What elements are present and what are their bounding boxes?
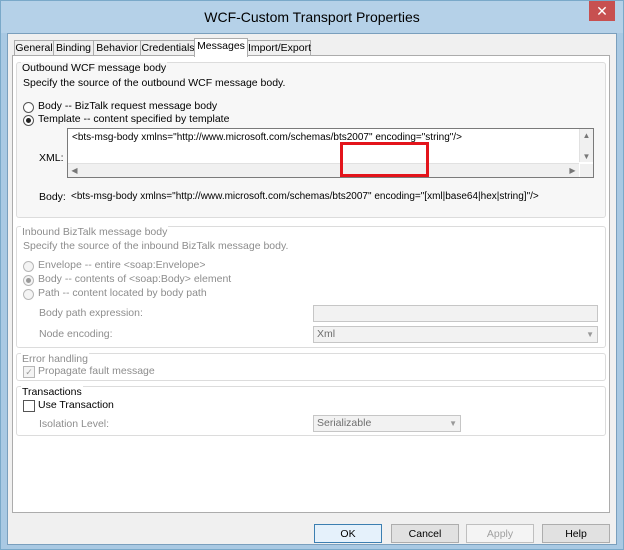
- tab-binding[interactable]: Binding: [53, 40, 94, 56]
- ok-button[interactable]: OK: [314, 524, 382, 543]
- propagate-fault-label[interactable]: Propagate fault message: [38, 365, 155, 377]
- scroll-down-icon[interactable]: ▼: [580, 150, 593, 163]
- error-handling-group: Error handling ✓ Propagate fault message: [16, 353, 606, 381]
- use-transaction-label[interactable]: Use Transaction: [38, 399, 114, 411]
- radio-inbound-body[interactable]: [23, 275, 34, 286]
- radio-outbound-template-label[interactable]: Template -- content specified by templat…: [38, 113, 229, 125]
- close-button[interactable]: ✕: [589, 1, 615, 21]
- isolation-level-label: Isolation Level:: [39, 418, 110, 430]
- chevron-down-icon: ▼: [449, 419, 457, 428]
- body-path-label: Body path expression:: [39, 307, 143, 319]
- transactions-group: Transactions Use Transaction Isolation L…: [16, 386, 606, 436]
- window-title: WCF-Custom Transport Properties: [204, 9, 420, 25]
- outbound-group: Outbound WCF message body Specify the so…: [16, 62, 606, 218]
- outbound-description: Specify the source of the outbound WCF m…: [23, 77, 286, 89]
- scroll-up-icon[interactable]: ▲: [580, 129, 593, 142]
- radio-inbound-path[interactable]: [23, 289, 34, 300]
- node-encoding-label: Node encoding:: [39, 328, 113, 340]
- inbound-group: Inbound BizTalk message body Specify the…: [16, 226, 606, 348]
- node-encoding-value: Xml: [317, 328, 336, 340]
- radio-outbound-body[interactable]: [23, 102, 34, 113]
- xml-label: XML:: [39, 152, 64, 164]
- radio-outbound-body-label[interactable]: Body -- BizTalk request message body: [38, 100, 217, 112]
- outbound-group-title: Outbound WCF message body: [21, 62, 168, 74]
- error-handling-title: Error handling: [21, 353, 89, 365]
- scroll-left-icon[interactable]: ◀: [68, 164, 81, 177]
- help-button[interactable]: Help: [542, 524, 610, 543]
- transactions-title: Transactions: [21, 386, 83, 398]
- radio-inbound-body-label[interactable]: Body -- contents of <soap:Body> element: [38, 273, 231, 285]
- radio-inbound-path-label[interactable]: Path -- content located by body path: [38, 287, 207, 299]
- radio-outbound-template[interactable]: [23, 115, 34, 126]
- tab-general[interactable]: General: [14, 40, 54, 56]
- cancel-button[interactable]: Cancel: [391, 524, 459, 543]
- xml-vertical-scrollbar[interactable]: ▲ ▼: [579, 129, 593, 162]
- title-bar: WCF-Custom Transport Properties ✕: [1, 1, 623, 33]
- apply-button[interactable]: Apply: [466, 524, 534, 543]
- chevron-down-icon: ▼: [586, 330, 594, 339]
- scroll-right-icon[interactable]: ▶: [566, 164, 579, 177]
- dialog-window: WCF-Custom Transport Properties ✕ Genera…: [0, 0, 624, 550]
- inbound-description: Specify the source of the inbound BizTal…: [23, 240, 289, 252]
- xml-template-textbox[interactable]: <bts-msg-body xmlns="http://www.microsof…: [67, 128, 594, 178]
- tab-credentials[interactable]: Credentials: [140, 40, 196, 56]
- use-transaction-checkbox[interactable]: [23, 400, 35, 412]
- dialog-client-area: General Binding Behavior Credentials Mes…: [7, 33, 617, 545]
- isolation-level-value: Serializable: [317, 417, 372, 429]
- propagate-fault-checkbox[interactable]: ✓: [23, 366, 35, 378]
- body-path-input[interactable]: [313, 305, 598, 322]
- tab-import-export[interactable]: Import/Export: [247, 40, 311, 56]
- node-encoding-select[interactable]: Xml ▼: [313, 326, 598, 343]
- body-template-value: <bts-msg-body xmlns="http://www.microsof…: [71, 191, 539, 202]
- inbound-group-title: Inbound BizTalk message body: [21, 226, 169, 238]
- tab-behavior[interactable]: Behavior: [93, 40, 141, 56]
- tab-messages[interactable]: Messages: [194, 38, 248, 57]
- highlight-annotation: [340, 142, 429, 177]
- body-label: Body:: [39, 191, 66, 203]
- isolation-level-select[interactable]: Serializable ▼: [313, 415, 461, 432]
- scrollbar-corner: [580, 164, 593, 177]
- radio-inbound-envelope[interactable]: [23, 261, 34, 272]
- xml-horizontal-scrollbar[interactable]: ◀ ▶: [68, 163, 579, 177]
- radio-inbound-envelope-label[interactable]: Envelope -- entire <soap:Envelope>: [38, 259, 206, 271]
- messages-tab-panel: Outbound WCF message body Specify the so…: [12, 55, 610, 513]
